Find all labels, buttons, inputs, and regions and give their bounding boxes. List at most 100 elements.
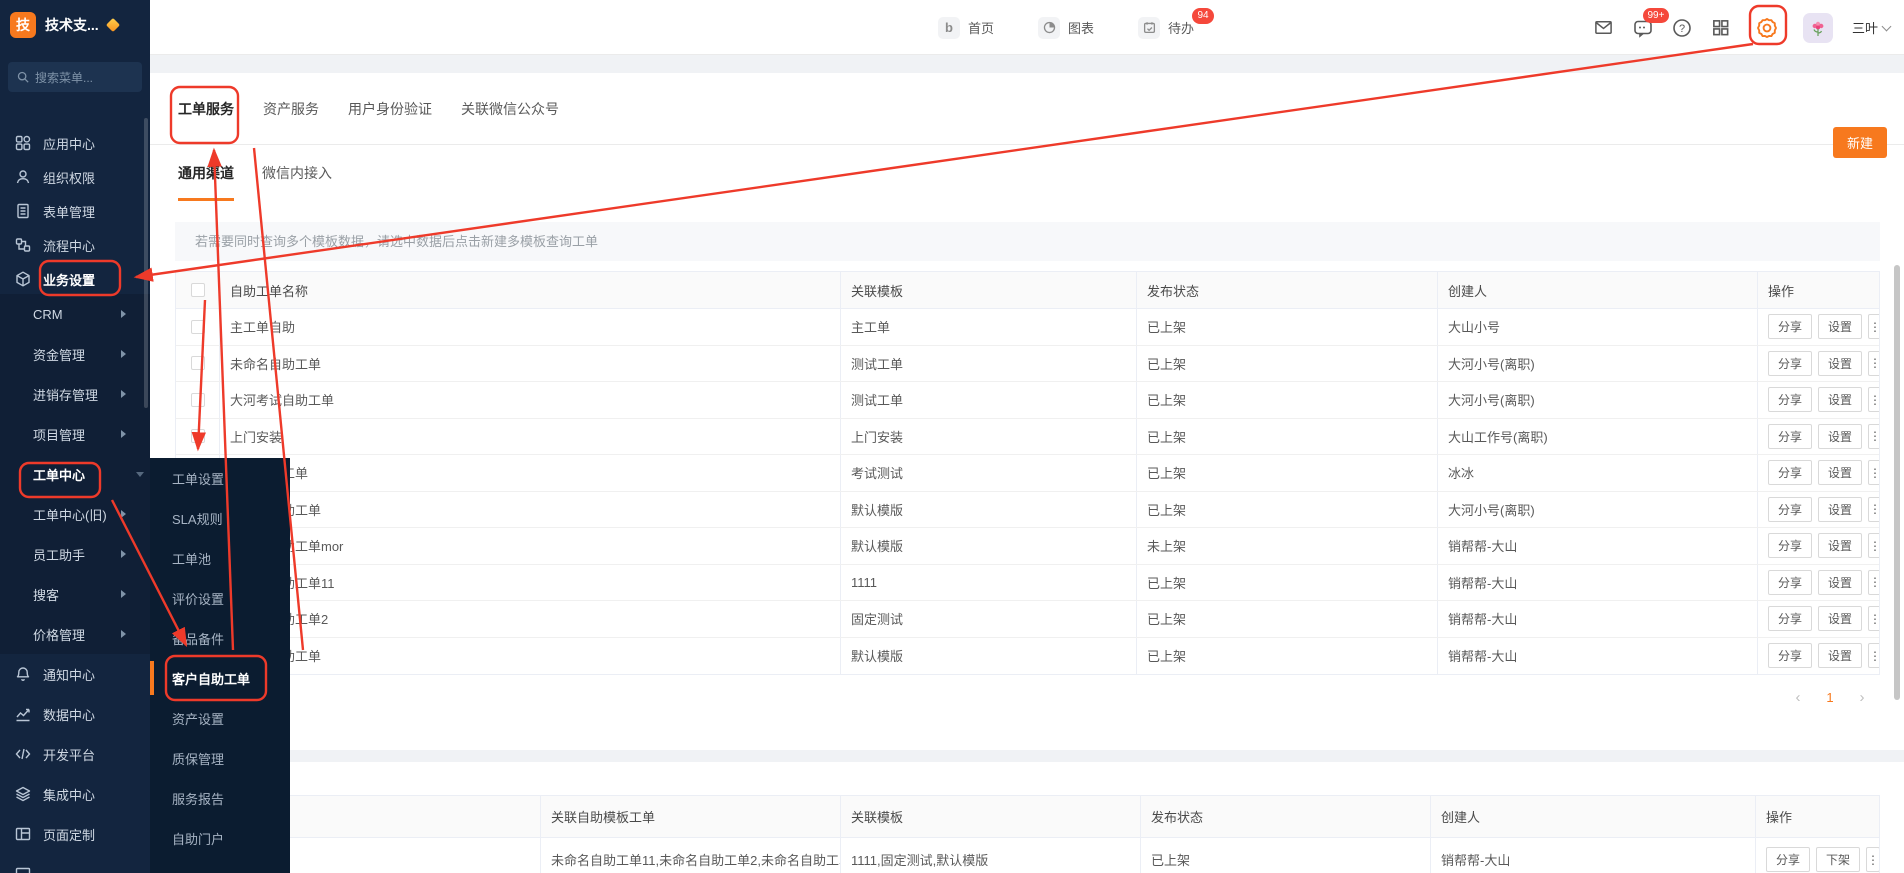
share-button[interactable]: 分享 [1768,643,1812,668]
settings-button[interactable]: 设置 [1818,606,1862,631]
flyout-item-selfservice-portal[interactable]: 自助门户 [150,818,290,858]
sidebar-scrollbar[interactable] [144,118,148,408]
share-button[interactable]: 分享 [1768,424,1812,449]
flyout-item-workorder-settings[interactable]: 工单设置 [150,458,290,498]
more-button[interactable]: ⋮ [1868,497,1879,522]
share-button[interactable]: 分享 [1768,387,1812,412]
sidebar-item-price-management[interactable]: 价格管理 [0,614,150,654]
page-number[interactable]: 1 [1818,685,1842,709]
more-button[interactable]: ⋮ [1868,387,1879,412]
flyout-item-workorder-pool[interactable]: 工单池 [150,538,290,578]
sidebar-item-clipped[interactable] [0,854,150,873]
row-checkbox[interactable] [191,429,205,443]
more-button[interactable]: ⋮ [1868,570,1879,595]
sidebar-item-data-center[interactable]: 数据中心 [0,694,150,734]
flyout-item-spare-parts[interactable]: 备品备件 [150,618,290,658]
cell-template: 上门安装 [841,419,1137,455]
sidebar-item-process-center[interactable]: 流程中心 [0,228,150,262]
settings-gear-icon[interactable] [1750,11,1784,45]
sidebar-item-staff-assistant[interactable]: 员工助手 [0,534,150,574]
select-all-checkbox[interactable] [191,283,205,297]
settings-button[interactable]: 设置 [1818,497,1862,522]
share-button[interactable]: 分享 [1768,533,1812,558]
tab-identity-verification[interactable]: 用户身份验证 [348,99,432,119]
sidebar-search-input[interactable]: 搜索菜单... [8,62,142,92]
row-checkbox[interactable] [191,356,205,370]
header-creator: 创建人 [1438,272,1758,308]
settings-button[interactable]: 设置 [1818,424,1862,449]
cell-status: 已上架 [1137,309,1438,345]
user-menu[interactable]: 三叶 [1852,18,1890,37]
settings-button[interactable]: 设置 [1818,460,1862,485]
chat-icon[interactable]: 99+ [1633,18,1653,38]
tab-workorder-service[interactable]: 工单服务 [178,99,234,119]
sidebar-item-business-settings[interactable]: 业务设置 [0,262,150,296]
flyout-item-label: 工单设置 [172,469,224,488]
settings-button[interactable]: 设置 [1818,643,1862,668]
more-button[interactable]: ⋮ [1868,424,1879,449]
tab-asset-service[interactable]: 资产服务 [263,99,319,119]
sidebar-item-app-center[interactable]: 应用中心 [0,126,150,160]
prev-page-button[interactable]: ‹ [1786,685,1810,709]
share-button[interactable]: 分享 [1766,847,1810,872]
settings-button[interactable]: 设置 [1818,570,1862,595]
more-button[interactable]: ⋮ [1868,314,1879,339]
new-button[interactable]: 新建 [1833,127,1887,158]
sidebar-header[interactable]: 技 技术支... [10,12,118,38]
share-button[interactable]: 分享 [1768,497,1812,522]
sidebar-item-funds[interactable]: 资金管理 [0,334,150,374]
flyout-item-sla-rules[interactable]: SLA规则 [150,498,290,538]
flyout-item-service-report[interactable]: 服务报告 [150,778,290,818]
more-button[interactable]: ⋮ [1868,351,1879,376]
flyout-item-review-settings[interactable]: 评价设置 [150,578,290,618]
mail-icon[interactable] [1594,18,1614,38]
row-checkbox[interactable] [191,320,205,334]
apps-grid-icon[interactable] [1711,18,1731,38]
flyout-item-warranty-management[interactable]: 质保管理 [150,738,290,778]
sidebar-item-crm[interactable]: CRM [0,294,150,334]
sidebar-item-integration-center[interactable]: 集成中心 [0,774,150,814]
flyout-item-customer-selfservice-workorder[interactable]: 客户自助工单 [150,658,290,698]
settings-button[interactable]: 设置 [1818,351,1862,376]
header-template: 关联模板 [841,796,1141,837]
user-avatar[interactable] [1803,13,1833,43]
share-button[interactable]: 分享 [1768,460,1812,485]
share-button[interactable]: 分享 [1768,351,1812,376]
share-button[interactable]: 分享 [1768,606,1812,631]
nav-todo[interactable]: 待办 94 [1138,17,1194,39]
more-button[interactable]: ⋮ [1868,460,1879,485]
page: b 首页 图表 待办 94 99+ [0,0,1904,873]
flyout-item-asset-settings[interactable]: 资产设置 [150,698,290,738]
sidebar-item-form-management[interactable]: 表单管理 [0,194,150,228]
settings-button[interactable]: 设置 [1818,533,1862,558]
nav-home[interactable]: b 首页 [938,17,994,39]
sidebar-item-inventory[interactable]: 进销存管理 [0,374,150,414]
sidebar-item-souke[interactable]: 搜客 [0,574,150,614]
tab-wechat-official-account[interactable]: 关联微信公众号 [461,99,559,119]
settings-button[interactable]: 设置 [1818,314,1862,339]
sidebar-item-org-permission[interactable]: 组织权限 [0,160,150,194]
unpublish-button[interactable]: 下架 [1816,847,1860,872]
sidebar-item-page-customization[interactable]: 页面定制 [0,814,150,854]
row-checkbox[interactable] [191,393,205,407]
sidebar-item-project[interactable]: 项目管理 [0,414,150,454]
sidebar-item-dev-platform[interactable]: 开发平台 [0,734,150,774]
sidebar-item-workorder-center-old[interactable]: 工单中心(旧) [0,494,150,534]
sidebar-item-notification-center[interactable]: 通知中心 [0,654,150,694]
sidebar-group-bottom: 通知中心 数据中心 开发平台 集成中心 页面定制 [0,654,150,873]
nav-charts[interactable]: 图表 [1038,17,1094,39]
subtab-general-channel[interactable]: 通用渠道 [178,145,234,202]
share-button[interactable]: 分享 [1768,570,1812,595]
subtab-wechat-access[interactable]: 微信内接入 [262,145,332,202]
settings-button[interactable]: 设置 [1818,387,1862,412]
next-page-button[interactable]: › [1850,685,1874,709]
help-icon[interactable]: ? [1672,18,1692,38]
more-button[interactable]: ⋮ [1866,847,1879,872]
sidebar-item-workorder-center[interactable]: 工单中心 [0,454,150,494]
share-button[interactable]: 分享 [1768,314,1812,339]
more-button[interactable]: ⋮ [1868,643,1879,668]
more-button[interactable]: ⋮ [1868,606,1879,631]
more-button[interactable]: ⋮ [1868,533,1879,558]
content-scrollbar[interactable] [1894,265,1900,700]
table-row: 未命名自助工单11,未命名自助工单2,未命名自助工单 1111,固定测试,默认模… [176,838,1879,873]
